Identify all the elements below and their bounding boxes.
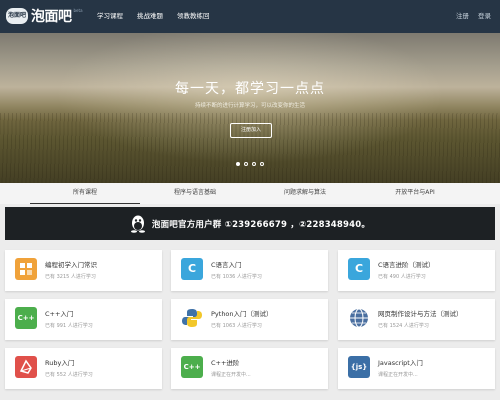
course-card[interactable]: {js} Javascript入门 课程正在开发中... bbox=[338, 348, 495, 389]
ruby-icon bbox=[15, 356, 37, 378]
course-title: C++进阶 bbox=[211, 359, 240, 367]
cpp-language-icon: C++ bbox=[15, 307, 37, 329]
cpp-language-icon: C++ bbox=[181, 356, 203, 378]
course-title: Ruby入门 bbox=[45, 359, 75, 367]
course-title: C++入门 bbox=[45, 310, 74, 318]
nav-item-coach[interactable]: 领教教练回 bbox=[170, 0, 217, 33]
carousel-dots bbox=[0, 162, 500, 166]
logo-text: 泡面吧 bbox=[31, 9, 72, 25]
c-language-icon: C bbox=[348, 258, 370, 280]
carousel-dot[interactable] bbox=[244, 162, 248, 166]
logo-beta-label: beta bbox=[73, 8, 83, 13]
course-card[interactable]: 编程初学入门常识 已有 3215 人进行学习 bbox=[5, 250, 162, 291]
main-nav: 学习课程 挑战难题 领教教练回 bbox=[90, 0, 217, 33]
nav-item-challenges[interactable]: 挑战难题 bbox=[130, 0, 170, 33]
nav-item-courses[interactable]: 学习课程 bbox=[90, 0, 130, 33]
account-links: 注册 登录 bbox=[456, 0, 500, 33]
course-title: 网页制作设计与方法（测试） bbox=[378, 310, 463, 318]
course-learners: 已有 1036 人进行学习 bbox=[211, 274, 262, 280]
course-card[interactable]: Ruby入门 已有 552 人进行学习 bbox=[5, 348, 162, 389]
site-logo[interactable]: 泡面吧 泡面吧 beta bbox=[6, 5, 83, 27]
javascript-icon: {js} bbox=[348, 356, 370, 378]
qq-penguin-icon bbox=[130, 215, 145, 233]
c-language-icon: C bbox=[181, 258, 203, 280]
course-title: 编程初学入门常识 bbox=[45, 261, 97, 269]
tab-programming-basics[interactable]: 程序与语言基础 bbox=[140, 183, 250, 204]
course-learners: 已有 991 人进行学习 bbox=[45, 323, 93, 329]
course-learners: 已有 552 人进行学习 bbox=[45, 372, 93, 378]
course-card[interactable]: 网页制作设计与方法（测试） 已有 1524 人进行学习 bbox=[338, 299, 495, 340]
course-learners: 已有 1063 人进行学习 bbox=[211, 323, 262, 329]
course-card[interactable]: C C语言进阶（测试） 已有 490 人进行学习 bbox=[338, 250, 495, 291]
tab-all-courses[interactable]: 所有课程 bbox=[30, 183, 140, 204]
course-tabs: 所有课程 程序与语言基础 问题求解与算法 开放平台与API bbox=[0, 183, 500, 204]
tab-algorithms[interactable]: 问题求解与算法 bbox=[250, 183, 360, 204]
course-title: C语言入门 bbox=[211, 261, 242, 269]
course-title: C语言进阶（测试） bbox=[378, 261, 435, 269]
course-learners: 已有 3215 人进行学习 bbox=[45, 274, 96, 280]
course-card[interactable]: C++ C++入门 已有 991 人进行学习 bbox=[5, 299, 162, 340]
hero-banner: 每一天，都学习一点点 持续不断的进行计算学习，可以改变你的生活 注册加入 bbox=[0, 33, 500, 183]
carousel-dot[interactable] bbox=[252, 162, 256, 166]
course-status: 课程正在开发中... bbox=[378, 372, 418, 378]
top-navbar: 泡面吧 泡面吧 beta 学习课程 挑战难题 领教教练回 注册 登录 bbox=[0, 0, 500, 33]
join-button[interactable]: 注册加入 bbox=[230, 123, 272, 138]
carousel-dot[interactable] bbox=[236, 162, 240, 166]
course-learners: 已有 1524 人进行学习 bbox=[378, 323, 429, 329]
lightbulb-grid-icon bbox=[15, 258, 37, 280]
course-status: 课程正在开发中... bbox=[211, 372, 251, 378]
course-title: Javascript入门 bbox=[378, 359, 423, 367]
course-learners: 已有 490 人进行学习 bbox=[378, 274, 426, 280]
login-link[interactable]: 登录 bbox=[478, 0, 491, 33]
register-link[interactable]: 注册 bbox=[456, 0, 469, 33]
logo-badge-icon: 泡面吧 bbox=[6, 8, 28, 24]
hero-title: 每一天，都学习一点点 bbox=[175, 81, 325, 97]
qq-group-text: 泡面吧官方用户群 ①239266679 ，②228348940。 bbox=[151, 219, 371, 230]
course-title: Python入门（测试） bbox=[211, 310, 273, 318]
tab-open-platform-api[interactable]: 开放平台与API bbox=[360, 183, 470, 204]
globe-icon bbox=[348, 307, 370, 329]
hero-subtitle: 持续不断的进行计算学习，可以改变你的生活 bbox=[194, 103, 305, 109]
course-card[interactable]: C++ C++进阶 课程正在开发中... bbox=[171, 348, 328, 389]
course-card[interactable]: C C语言入门 已有 1036 人进行学习 bbox=[171, 250, 328, 291]
python-icon bbox=[181, 307, 203, 329]
course-card[interactable]: Python入门（测试） 已有 1063 人进行学习 bbox=[171, 299, 328, 340]
carousel-dot[interactable] bbox=[260, 162, 264, 166]
qq-group-banner: 泡面吧官方用户群 ①239266679 ，②228348940。 bbox=[5, 207, 495, 240]
